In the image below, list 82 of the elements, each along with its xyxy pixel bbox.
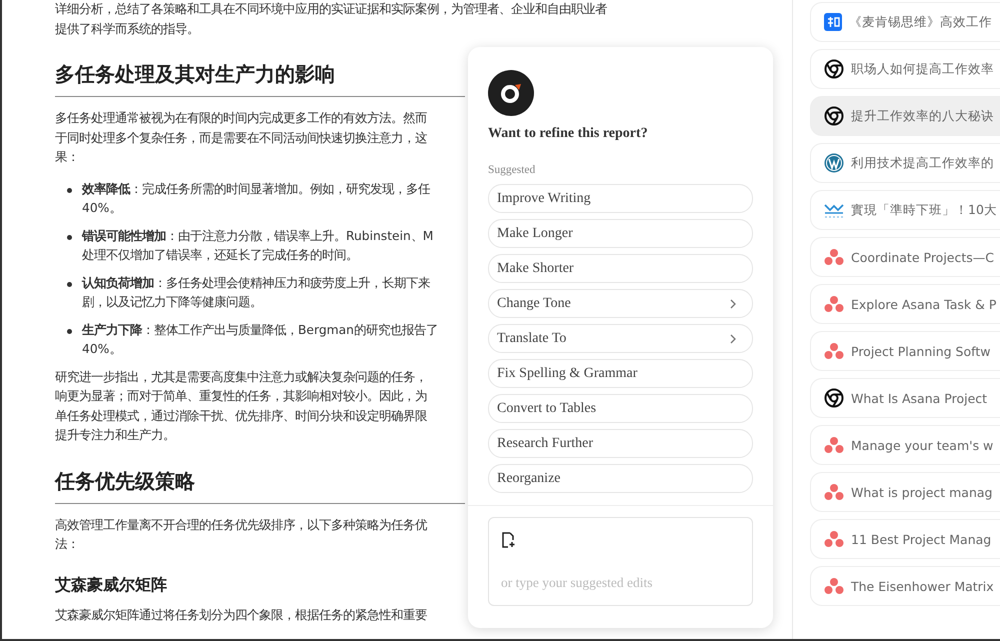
wordpress-icon [824, 153, 844, 173]
source-item[interactable]: 11 Best Project Manag [810, 519, 1000, 559]
source-title: What Is Asana Project [851, 390, 988, 406]
list-item-line: 40%。 [82, 200, 122, 217]
paragraph-line: 提供了科学而系统的指导。 [55, 20, 199, 38]
source-item[interactable]: Coordinate Projects—C [810, 237, 1000, 277]
browser-icon [824, 59, 844, 79]
source-item[interactable]: What is project manag [810, 472, 1000, 512]
paragraph-line: 详细分析，总结了各策略和工具在不同环境中应用的实证证据和实际案例，为管理者、企业和自由职业者 [55, 1, 607, 18]
logo-icon [488, 70, 534, 116]
source-title: Project Planning Softw [851, 344, 990, 358]
source-title: 职场人如何提高工作效率 [851, 60, 994, 78]
asana-icon [824, 530, 844, 548]
source-item[interactable]: Explore Asana Task & P [810, 284, 1000, 324]
suggestion-button[interactable]: Reorganize [488, 464, 753, 493]
list-item-line: 错误可能性增加：由于注意力分散，错误率上升。Rubinstein、M [82, 228, 434, 244]
source-title: What is project manag [851, 484, 992, 500]
asana-icon [824, 248, 844, 266]
paragraph-line: 单任务处理模式，通过消除干扰、优先排序、时间分块和设定明确界限 [55, 408, 427, 424]
source-item[interactable]: The Eisenhower Matrix [810, 566, 1000, 606]
list-item-line: 40%。 [82, 341, 122, 358]
paragraph-line: 艾森豪威尔矩阵通过将任务划分为四个象限，根据任务的紧急性和重要 [55, 606, 427, 624]
section-heading: 任务优先级策略 [55, 458, 465, 504]
asana-icon [824, 436, 844, 454]
source-item[interactable]: 利用技术提高工作效率的 [810, 143, 1000, 183]
paragraph-line: 提升专注力和生产力。 [55, 427, 175, 444]
chevron-right-icon [730, 298, 736, 308]
list-item-line: 处理不仅增加了错误率，还延长了完成任务的时间。 [82, 247, 358, 264]
asana-icon [824, 483, 844, 501]
list-item-line: 剧，以及记忆力下降等健康问题。 [82, 294, 262, 311]
panel-title: Want to refine this report? [488, 126, 649, 142]
source-item[interactable]: Project Planning Softw [810, 331, 1000, 371]
suggestion-button[interactable]: Fix Spelling & Grammar [488, 359, 753, 388]
paragraph-line: 多任务处理通常被视为在有限的时间内完成更多工作的有效方法。然而 [55, 110, 427, 127]
paragraph-line: 高效管理工作量离不开合理的任务优先级排序，以下多种策略为任务优 [55, 516, 427, 534]
bullet-icon [67, 188, 72, 192]
subsection-heading: 艾森豪威尔矩阵 [55, 574, 168, 596]
paragraph-line: 响更为显著；而对于简单、重复性的任务，其影响相对较小。因此，为 [55, 388, 427, 405]
source-title: The Eisenhower Matrix [851, 578, 994, 594]
paragraph-line: 研究进一步指出，尤其是需要高度集中注意力或解决复杂问题的任务， [55, 368, 427, 386]
file-add-icon [501, 532, 515, 548]
source-title: Manage your team's w [851, 438, 994, 452]
source-item[interactable]: 提升工作效率的八大秘诀 [810, 96, 1000, 136]
bullet-icon [67, 234, 72, 240]
source-title: Coordinate Projects—C [851, 250, 994, 264]
source-title: 利用技术提高工作效率的 [851, 154, 994, 172]
list-item-line: 认知负荷增加：多任务处理会使精神压力和疲劳度上升，长期下来 [82, 274, 430, 292]
bullet-icon [67, 282, 72, 286]
browser-icon [824, 388, 844, 408]
asana-icon [824, 577, 844, 595]
source-title: 提升工作效率的八大秘诀 [851, 108, 994, 124]
suggestion-button[interactable]: Translate To [488, 324, 753, 353]
zhihu-icon [824, 13, 842, 31]
paragraph-line: 果： [55, 149, 79, 166]
section-label: Suggested [488, 164, 536, 176]
list-item-line: 生产力下降：整体工作产出与质量降低，Bergman的研究也报告了 [82, 322, 438, 338]
source-title: 實現「準時下班」！10大 [851, 202, 997, 218]
asana-icon [824, 295, 844, 313]
section-heading: 多任务处理及其对生产力的影响 [55, 51, 465, 97]
edit-input-field[interactable]: or type your suggested edits [501, 575, 740, 591]
browser-icon [824, 106, 844, 126]
asana-icon [824, 342, 844, 360]
suggestion-button[interactable]: Improve Writing [488, 184, 753, 213]
source-title: 《麦肯锡思维》高效工作 [849, 14, 992, 30]
source-item[interactable]: 《麦肯锡思维》高效工作 [810, 2, 1000, 42]
source-title: 11 Best Project Manag [851, 532, 992, 546]
source-item[interactable]: 實現「準時下班」！10大 [810, 190, 1000, 230]
wave-icon [824, 202, 844, 218]
source-item[interactable]: Manage your team's w [810, 425, 1000, 465]
suggestion-button[interactable]: Make Shorter [488, 254, 753, 283]
suggestion-button[interactable]: Change Tone [488, 289, 753, 318]
chevron-right-icon [730, 334, 736, 344]
paragraph-line: 于同时处理多个复杂任务，而是需要在不同活动间快速切换注意力，这 [55, 130, 427, 146]
source-title: Explore Asana Task & P [851, 296, 996, 312]
source-item[interactable]: What Is Asana Project [810, 378, 1000, 418]
suggestion-button[interactable]: Make Longer [488, 219, 753, 248]
paragraph-line: 法： [55, 536, 79, 553]
suggestion-button[interactable]: Research Further [488, 429, 753, 458]
list-item-line: 效率降低：完成任务所需的时间显著增加。例如，研究发现，多任 [82, 180, 430, 198]
source-item[interactable]: 职场人如何提高工作效率 [810, 49, 1000, 89]
suggestion-button[interactable]: Convert to Tables [488, 394, 753, 423]
bullet-icon [67, 328, 72, 334]
